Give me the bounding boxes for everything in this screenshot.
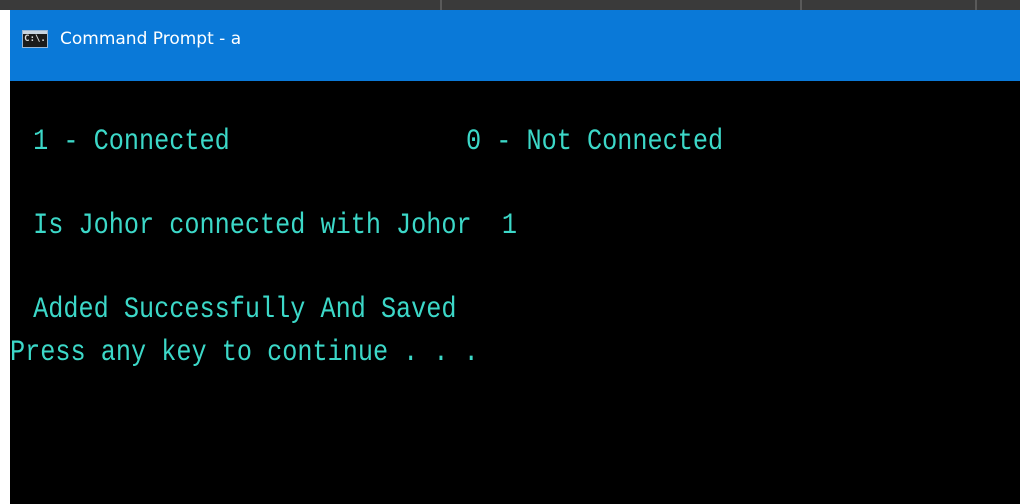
console-line-result: Added Successfully And Saved: [18, 293, 457, 327]
cmd-icon-glyph: C:\.: [24, 34, 46, 44]
window-left-gutter: [0, 10, 10, 504]
console-line-legend-not-connected: 0 - Not Connected: [466, 125, 724, 159]
window-edge-seam: [440, 0, 442, 10]
console-line-question: Is Johor connected with Johor 1: [18, 209, 518, 243]
cmd-icon-titlebar: [23, 31, 47, 34]
window-top-edge: [0, 0, 1020, 10]
console-output[interactable]: 1 - Connected 0 - Not Connected Is Johor…: [10, 81, 1020, 504]
command-prompt-window: C:\. Command Prompt - a 1 - Connected 0 …: [0, 0, 1020, 504]
cmd-console-icon[interactable]: C:\.: [22, 30, 48, 48]
window-edge-seam: [975, 0, 977, 10]
console-line-legend-connected: 1 - Connected: [18, 125, 230, 159]
window-title: Command Prompt - a: [60, 29, 242, 49]
window-edge-seam: [800, 0, 802, 10]
console-line-prompt: Press any key to continue . . .: [10, 336, 479, 370]
